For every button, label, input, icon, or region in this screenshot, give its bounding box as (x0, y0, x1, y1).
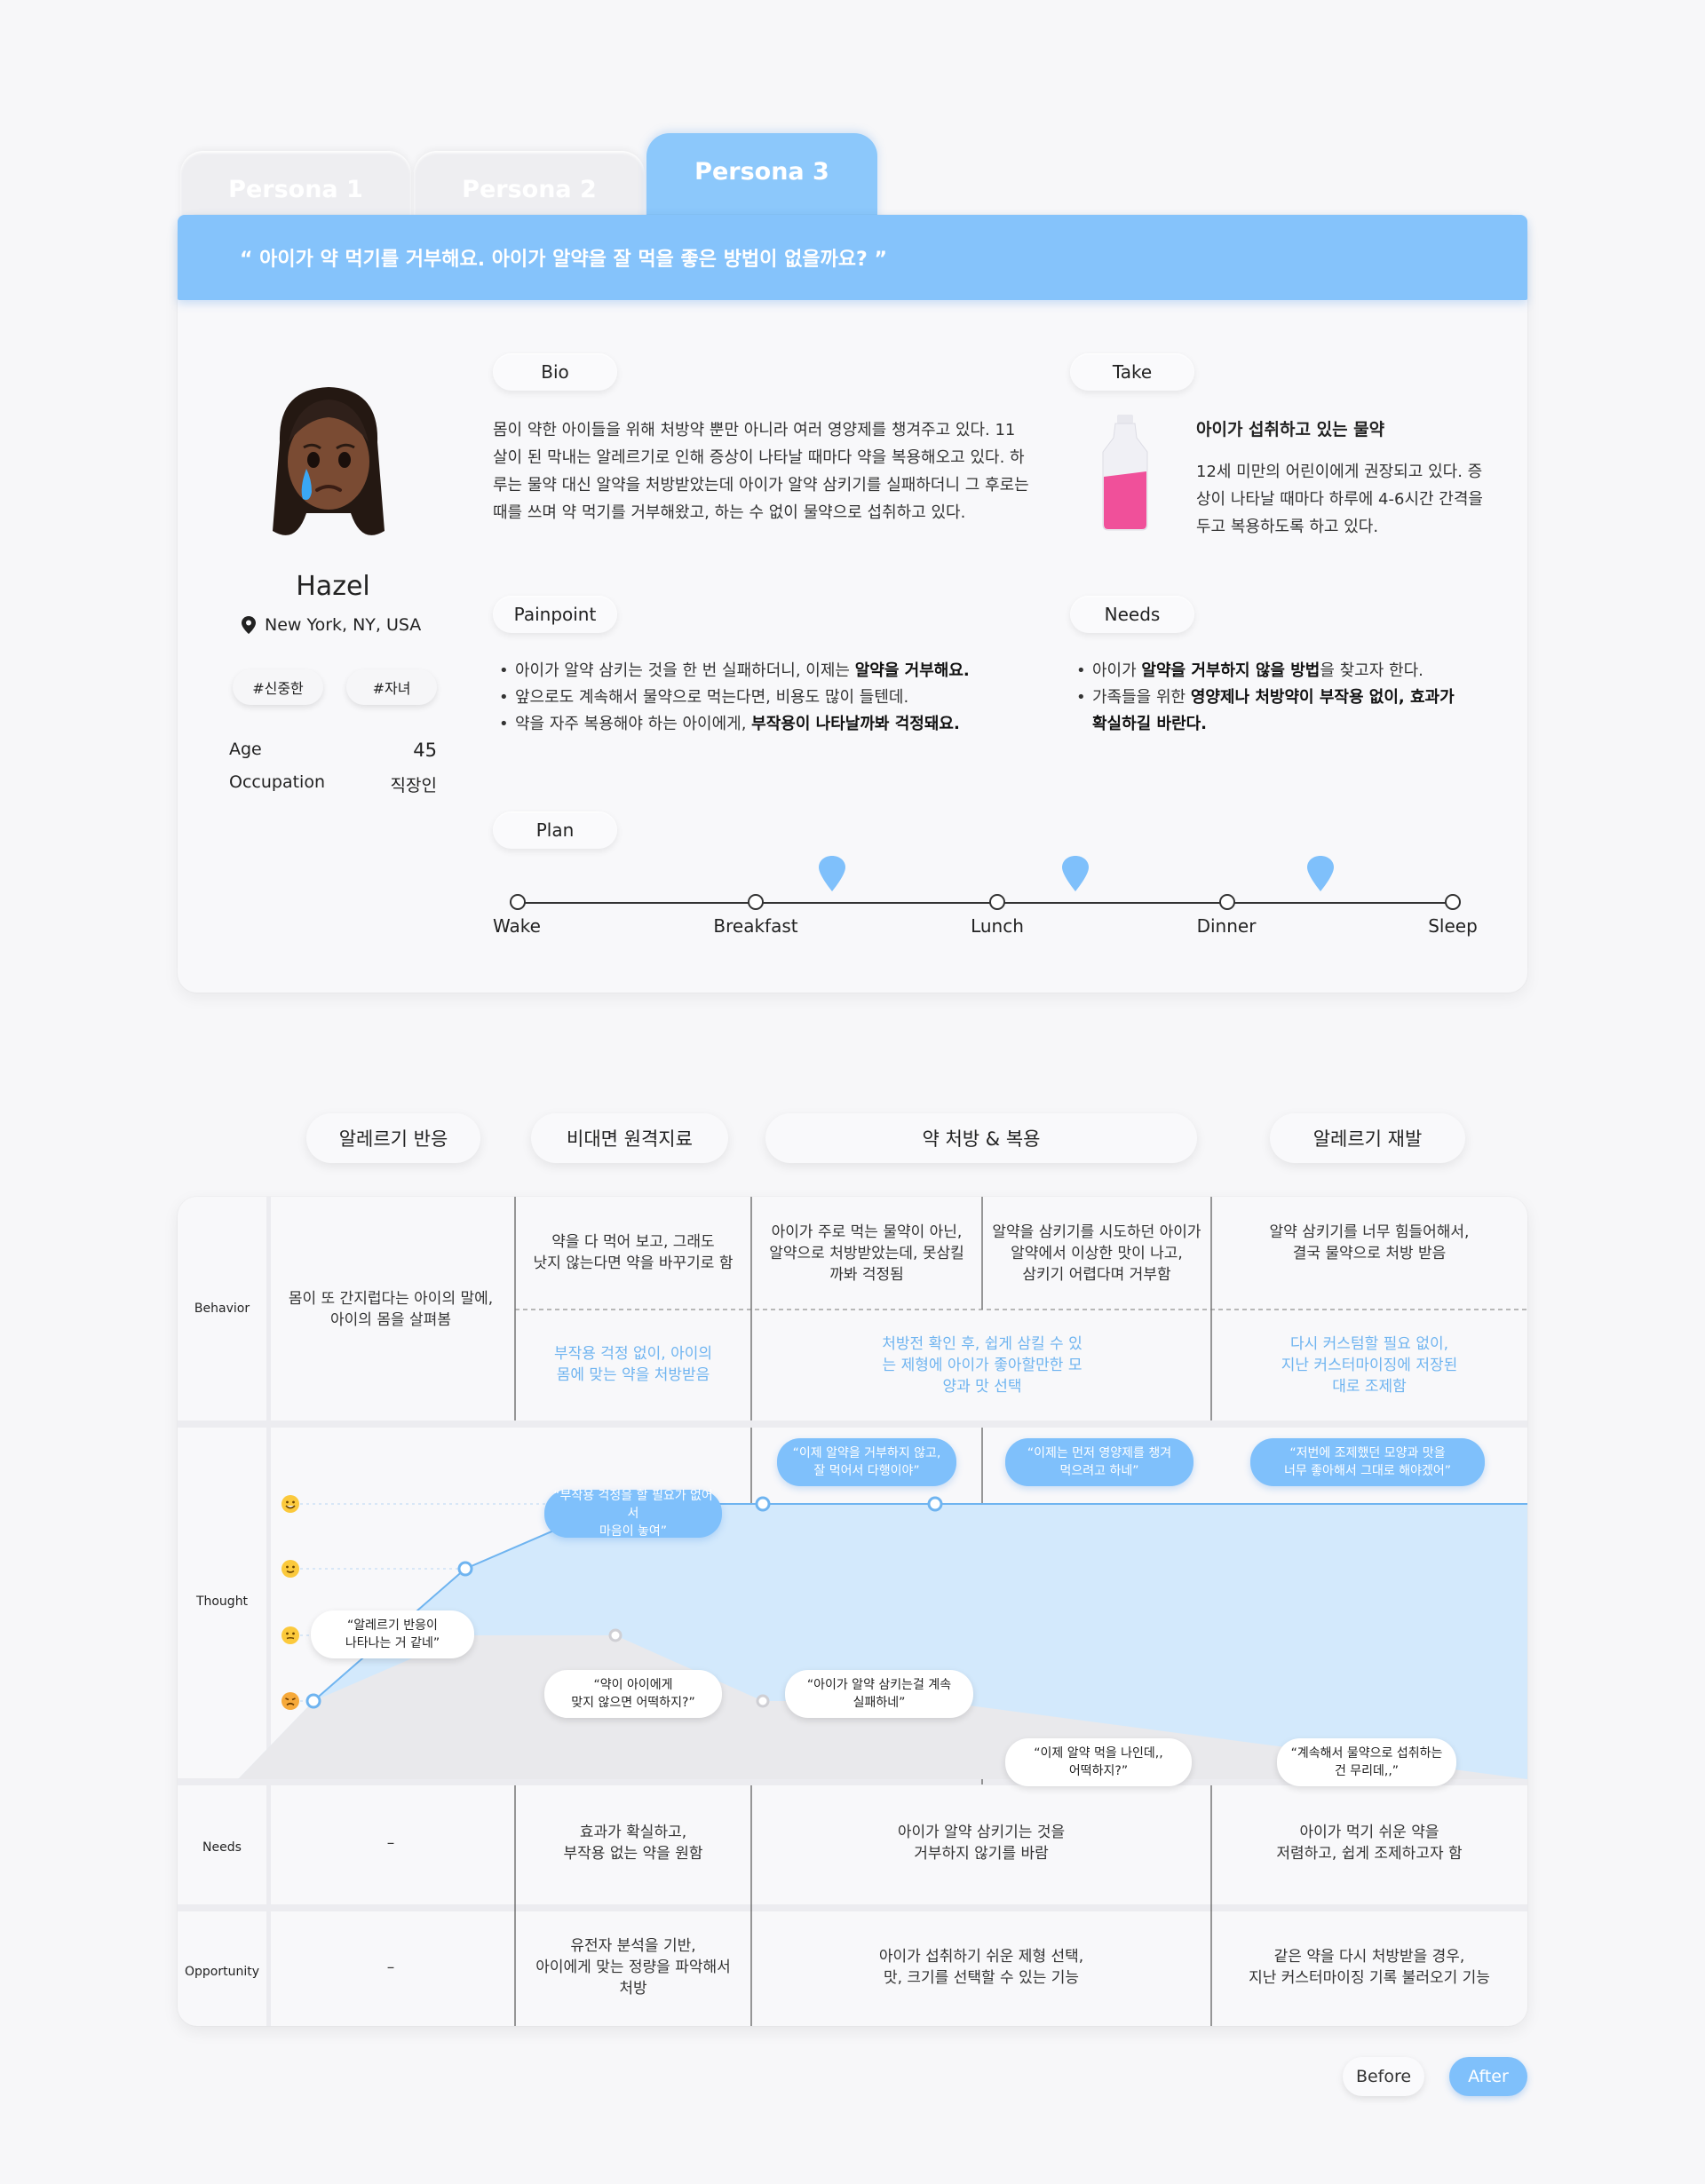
bio-text: 몸이 약한 아이들을 위해 처방약 뿐만 아니라 여러 영양제를 챙겨주고 있다… (493, 421, 1029, 522)
behavior-cell: 몸이 또 간지럽다는 아이의 말에, 아이의 몸을 살펴봄 (288, 1290, 494, 1329)
painpoint-heading: Painpoint (493, 596, 617, 633)
thought-after-bubble: “이제 알약을 거부하지 않고, 잘 먹어서 다행이야” (777, 1438, 956, 1486)
dose-pin-icon (1307, 856, 1334, 891)
behavior-cell: 알약 삼키기를 너무 힘들어해서, 결국 물약으로 처방 받음 (1269, 1223, 1470, 1262)
behavior-cell: 알약을 삼키기를 시도하던 아이가 알약에서 이상한 맛이 나고, 삼키기 어렵… (992, 1223, 1201, 1284)
location-pin-icon (242, 616, 256, 634)
behavior-cell: 약을 다 먹어 보고, 그래도 낫지 않는다면 약을 바꾸기로 함 (533, 1233, 734, 1272)
stage-remote-treatment: 비대면 원격지료 (531, 1113, 728, 1163)
journey-map: Behavior Thought Needs Opportunity 몸이 또 … (178, 1197, 1527, 2026)
plan-heading: Plan (493, 811, 617, 849)
opportunity-cell: 아이가 섭취하기 쉬운 제형 선택, 맛, 크기를 선택할 수 있는 기능 (878, 1948, 1084, 1987)
bio-heading: Bio (493, 353, 617, 391)
avatar-crying-icon (273, 387, 385, 535)
needs-cell: 아이가 알약 삼키기는 것을 거부하지 않기를 바람 (897, 1824, 1066, 1863)
row-label-thought: Thought (195, 1594, 249, 1609)
stage-allergy-reaction: 알레르기 반응 (306, 1113, 480, 1163)
list-item: 가족들을 위한 영양제나 처방약이 부작용 없이, 효과가 확실하길 바란다. (1075, 684, 1465, 738)
dose-pin-icon (1062, 856, 1089, 891)
after-emotion-point (927, 1496, 943, 1512)
neutral-emoji-icon (282, 1626, 299, 1644)
row-label-opportunity: Opportunity (184, 1965, 259, 1979)
happy-emoji-icon (282, 1560, 299, 1578)
row-label-behavior: Behavior (194, 1302, 250, 1316)
row-label-needs: Needs (202, 1840, 242, 1855)
behavior-cell: 아이가 주로 먹는 물약이 아닌, 알약으로 처방받았는데, 못삼킬 까봐 걱정… (769, 1223, 964, 1284)
needs-cell: – (386, 1834, 395, 1852)
tag-chip: #자녀 (346, 669, 437, 705)
after-toggle-button[interactable]: After (1449, 2057, 1527, 2096)
needs-cell: 아이가 먹기 쉬운 약을 저렴하고, 쉽게 조제하고자 함 (1276, 1824, 1463, 1863)
occupation-value: 직장인 (390, 776, 437, 795)
location-text: New York, NY, USA (265, 615, 422, 635)
after-emotion-point (305, 1693, 321, 1709)
thought-bubble: “약이 아이에게 맞지 않으면 어떡하지?” (544, 1670, 722, 1718)
take-text: 12세 미만의 어린이에게 권장되고 있다. 증상이 나타날 때마다 하루에 4… (1196, 463, 1483, 536)
list-item: 아이가 알약을 거부하지 않을 방법을 찾고자 한다. (1075, 658, 1465, 684)
occupation-label: Occupation (229, 772, 325, 792)
timeline-dot (989, 894, 1005, 910)
dose-pin-icon (819, 856, 845, 891)
opportunity-cell: 유전자 분석을 기반, 아이에게 맞는 정량을 파악해서 처방 (535, 1937, 731, 1998)
thought-bubble: “이제 알약 먹을 나인데,, 어떡하지?” (1005, 1738, 1192, 1786)
opportunity-cell: 같은 약을 다시 처방받을 경우, 지난 커스터마이징 기록 불러오기 기능 (1249, 1948, 1490, 1987)
painpoint-list: 아이가 알약 삼키는 것을 한 번 실패하더니, 이제는 알약을 거부해요. 앞… (497, 658, 1048, 738)
timeline-dot (1445, 894, 1461, 910)
age-value: 45 (413, 740, 437, 761)
needs-heading: Needs (1070, 596, 1194, 633)
before-emotion-point (608, 1628, 623, 1642)
list-item: 앞으로도 계속해서 물약으로 먹는다면, 비용도 많이 들텐데. (497, 684, 1048, 711)
unhappy-emoji-icon (282, 1692, 299, 1710)
behavior-after-cell: 부작용 걱정 없이, 아이의 몸에 맞는 약을 처방받음 (553, 1345, 712, 1384)
before-emotion-point (756, 1694, 770, 1708)
thought-bubble: “계속해서 물약으로 섭취하는 건 무리데,,” (1277, 1738, 1456, 1786)
thought-bubble: “아이가 알약 삼키는걸 계속 실패하네” (785, 1670, 973, 1718)
stage-allergy-relapse: 알레르기 재발 (1270, 1113, 1465, 1163)
thought-after-bubble: “저번에 조제했던 모양과 맛을 너무 좋아해서 그대로 해야겠어” (1250, 1438, 1485, 1486)
needs-cell: 효과가 확실하고, 부작용 없는 약을 원함 (563, 1824, 703, 1863)
medicine-bottle-icon (1102, 415, 1148, 531)
plan-label-wake: Wake (493, 915, 541, 937)
persona-name: Hazel (296, 571, 370, 602)
take-heading: Take (1070, 353, 1194, 391)
behavior-after-cell: 다시 커스텀할 필요 없이, 지난 커스터마이징에 저장된 대로 조제함 (1281, 1335, 1458, 1396)
timeline-dot (748, 894, 764, 910)
after-emotion-point (457, 1561, 473, 1577)
list-item: 아이가 알약 삼키는 것을 한 번 실패하더니, 이제는 알약을 거부해요. (497, 658, 1048, 684)
tag-chip: #신중한 (233, 669, 323, 705)
thought-after-bubble: “부작용 걱정을 할 필요가 없어서 마음이 놓여” (544, 1489, 722, 1539)
behavior-after-cell: 처방전 확인 후, 쉽게 삼킬 수 있 는 제형에 아이가 좋아할만한 모 양과… (882, 1335, 1082, 1396)
age-label: Age (229, 740, 262, 759)
plan-label-sleep: Sleep (1428, 915, 1478, 937)
persona-quote: “ 아이가 약 먹기를 거부해요. 아이가 알약을 잘 먹을 좋은 방법이 없을… (178, 215, 1527, 300)
take-heading-text: 아이가 섭취하고 있는 물약 (1196, 420, 1385, 439)
after-emotion-point (755, 1496, 771, 1512)
timeline-dot (510, 894, 526, 910)
persona-location: New York, NY, USA (242, 615, 421, 635)
needs-list: 아이가 알약을 거부하지 않을 방법을 찾고자 한다. 가족들을 위한 영양제나… (1075, 658, 1465, 738)
plan-label-breakfast: Breakfast (713, 915, 798, 937)
thought-bubble: “알레르기 반응이 나타나는 거 같네” (311, 1610, 474, 1658)
plan-timeline (518, 902, 1454, 904)
very-happy-emoji-icon (282, 1495, 299, 1513)
thought-after-bubble: “이제는 먼저 영양제를 챙겨 먹으려고 하네” (1005, 1438, 1194, 1486)
plan-label-lunch: Lunch (971, 915, 1024, 937)
timeline-dot (1219, 894, 1235, 910)
list-item: 약을 자주 복용해야 하는 아이에게, 부작용이 나타날까봐 걱정돼요. (497, 711, 1048, 738)
before-toggle-button[interactable]: Before (1343, 2057, 1424, 2096)
opportunity-cell: – (386, 1958, 395, 1976)
stage-prescription: 약 처방 & 복용 (765, 1113, 1197, 1163)
plan-label-dinner: Dinner (1196, 915, 1257, 937)
